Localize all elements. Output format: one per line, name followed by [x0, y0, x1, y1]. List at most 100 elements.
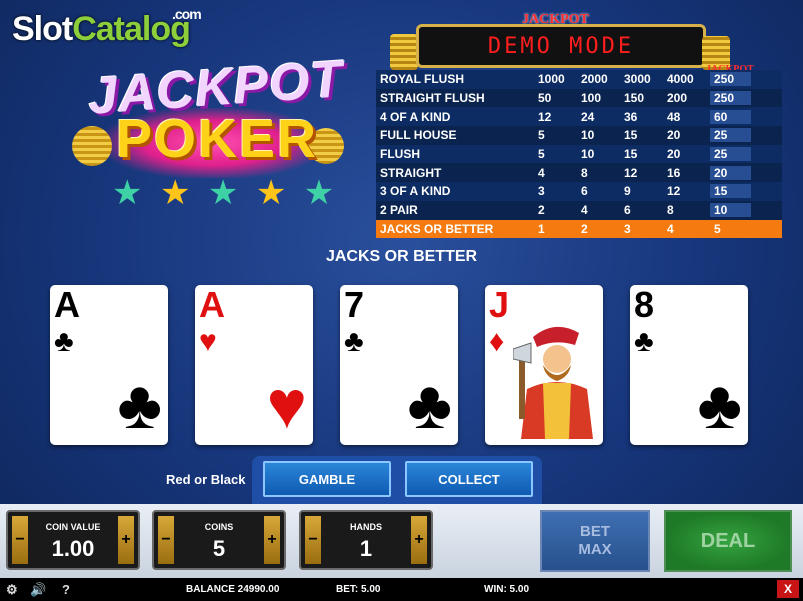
coin-value-plus-button[interactable]: + — [118, 516, 134, 564]
coin-stack-icon — [390, 34, 418, 70]
paytable-hand-name: FLUSH — [380, 147, 420, 162]
paytable-pay-1-coin: 1000 — [538, 72, 565, 87]
paytable-jackpot-pay: 5 — [710, 221, 751, 236]
card-4[interactable]: J ♦ — [485, 285, 603, 445]
logo-poker-text: POKER — [116, 109, 319, 169]
paytable-panel: JACKPOT DEMO MODE JACKPOT ROYAL FLUSH100… — [376, 12, 782, 239]
paytable-pay-2-coin: 24 — [581, 109, 595, 124]
paytable-jackpot-pay: 15 — [710, 184, 751, 199]
gamble-button[interactable]: GAMBLE — [263, 461, 391, 497]
settings-icon[interactable]: ⚙ — [6, 582, 18, 598]
paytable-hand-name: 2 PAIR — [380, 203, 418, 218]
paytable-row: JACKS OR BETTER 1 2 3 4 5 — [376, 219, 782, 239]
paytable-pay-1-coin: 1 — [538, 221, 545, 236]
clubs-icon: ♣ — [54, 325, 74, 358]
paytable-pay-4-coin: 20 — [667, 147, 681, 162]
paytable-hand-name: 4 OF A KIND — [380, 109, 451, 124]
paytable-pay-3-coin: 15 — [624, 128, 638, 143]
paytable-pay-3-coin: 12 — [624, 165, 638, 180]
paytable-hand-name: JACKS OR BETTER — [380, 221, 494, 236]
star-icon: ★ — [112, 174, 147, 212]
paytable-pay-4-coin: 12 — [667, 184, 681, 199]
card-rank: 7 — [344, 285, 365, 325]
close-button[interactable]: X — [777, 580, 799, 598]
watermark: SlotCatalog .com — [12, 6, 202, 49]
paytable-jackpot-pay: 250 — [710, 91, 751, 106]
coins-stepper: − COINS 5 + — [152, 510, 286, 570]
paytable-jackpot-pay: 10 — [710, 203, 751, 218]
star-icon: ★ — [255, 174, 291, 212]
paytable-pay-1-coin: 4 — [538, 165, 545, 180]
deal-button[interactable]: DEAL — [664, 510, 792, 572]
paytable-row: ROYAL FLUSH 1000 2000 3000 4000 250 — [376, 70, 782, 89]
paytable-pay-1-coin: 50 — [538, 91, 552, 106]
help-icon[interactable]: ? — [62, 582, 70, 597]
clubs-icon: ♣ — [344, 325, 364, 358]
coin-value-stepper: − COIN VALUE 1.00 + — [6, 510, 140, 570]
paytable-pay-3-coin: 9 — [624, 184, 631, 199]
paytable-pay-4-coin: 48 — [667, 109, 681, 124]
bet-text: BET: 5.00 — [336, 584, 381, 595]
hands-plus-button[interactable]: + — [411, 516, 427, 564]
star-icon: ★ — [303, 174, 339, 212]
paytable-pay-1-coin: 12 — [538, 109, 552, 124]
coin-pile-icon — [72, 126, 112, 166]
paytable-pay-4-coin: 20 — [667, 128, 681, 143]
clubs-icon: ♣ — [634, 325, 654, 358]
paytable-jackpot-pay: 25 — [710, 128, 751, 143]
sound-icon[interactable]: 🔊 — [30, 582, 46, 598]
paytable-pay-2-coin: 6 — [581, 184, 588, 199]
paytable-pay-3-coin: 15 — [624, 147, 638, 162]
red-or-black-label: Red or Black — [166, 472, 246, 487]
paytable-pay-1-coin: 5 — [538, 147, 545, 162]
status-bar: ⚙ 🔊 ? BALANCE 24990.00 BET: 5.00 WIN: 5.… — [0, 578, 803, 601]
paytable-pay-4-coin: 16 — [667, 165, 681, 180]
paytable: ROYAL FLUSH 1000 2000 3000 4000 250 STRAIGHT F… — [376, 70, 782, 239]
jack-portrait-icon — [513, 326, 593, 439]
paytable-pay-3-coin: 150 — [624, 91, 645, 106]
card-rank: 8 — [634, 285, 655, 325]
bet-max-button[interactable]: BET MAX — [540, 510, 650, 572]
paytable-pay-2-coin: 8 — [581, 165, 588, 180]
paytable-pay-1-coin: 2 — [538, 203, 545, 218]
paytable-hand-name: FULL HOUSE — [380, 128, 457, 143]
paytable-row: STRAIGHT FLUSH 50 100 150 200 250 — [376, 88, 782, 108]
paytable-pay-3-coin: 3 — [624, 221, 631, 236]
paytable-hand-name: ROYAL FLUSH — [380, 72, 465, 87]
paytable-pay-4-coin: 200 — [667, 91, 688, 106]
win-text: WIN: 5.00 — [484, 584, 530, 595]
hand-result-title: JACKS OR BETTER — [325, 248, 478, 265]
watermark-slot: Slot — [12, 10, 73, 48]
paytable-hand-name: STRAIGHT — [380, 165, 442, 180]
paytable-pay-4-coin: 4 — [667, 221, 674, 236]
paytable-pay-4-coin: 4000 — [667, 72, 694, 87]
paytable-pay-1-coin: 3 — [538, 184, 545, 199]
card-rank: A — [199, 285, 225, 325]
paytable-pay-3-coin: 6 — [624, 203, 631, 218]
paytable-pay-2-coin: 100 — [581, 91, 602, 106]
paytable-jackpot-pay: 60 — [710, 109, 751, 124]
collect-button[interactable]: COLLECT — [405, 461, 533, 497]
demo-mode-display: DEMO MODE — [416, 24, 706, 68]
coins-plus-button[interactable]: + — [264, 516, 280, 564]
paytable-row: STRAIGHT 4 8 12 16 20 — [376, 163, 782, 183]
card-rank: A — [54, 285, 80, 325]
paytable-row: 3 OF A KIND 3 6 9 12 15 — [376, 182, 782, 201]
paytable-jackpot-pay: 25 — [710, 147, 751, 162]
bet-max-line1: BET — [580, 523, 610, 540]
bet-max-line2: MAX — [578, 541, 612, 558]
clubs-icon: ♣ — [407, 367, 452, 443]
card-3[interactable]: 7 ♣ ♣ — [340, 285, 458, 445]
paytable-pay-3-coin: 3000 — [624, 72, 651, 87]
hearts-icon: ♥ — [266, 367, 307, 443]
paytable-hand-name: 3 OF A KIND — [380, 184, 451, 199]
paytable-jackpot-pay: 20 — [710, 165, 751, 180]
card-rank: J — [489, 285, 510, 325]
card-2[interactable]: A ♥ ♥ — [195, 285, 313, 445]
paytable-jackpot-pay: 250 — [710, 72, 751, 87]
paytable-pay-4-coin: 8 — [667, 203, 674, 218]
card-1[interactable]: A ♣ ♣ — [50, 285, 168, 445]
card-5[interactable]: 8 ♣ ♣ — [630, 285, 748, 445]
paytable-pay-3-coin: 36 — [624, 109, 638, 124]
paytable-hand-name: STRAIGHT FLUSH — [380, 91, 485, 106]
